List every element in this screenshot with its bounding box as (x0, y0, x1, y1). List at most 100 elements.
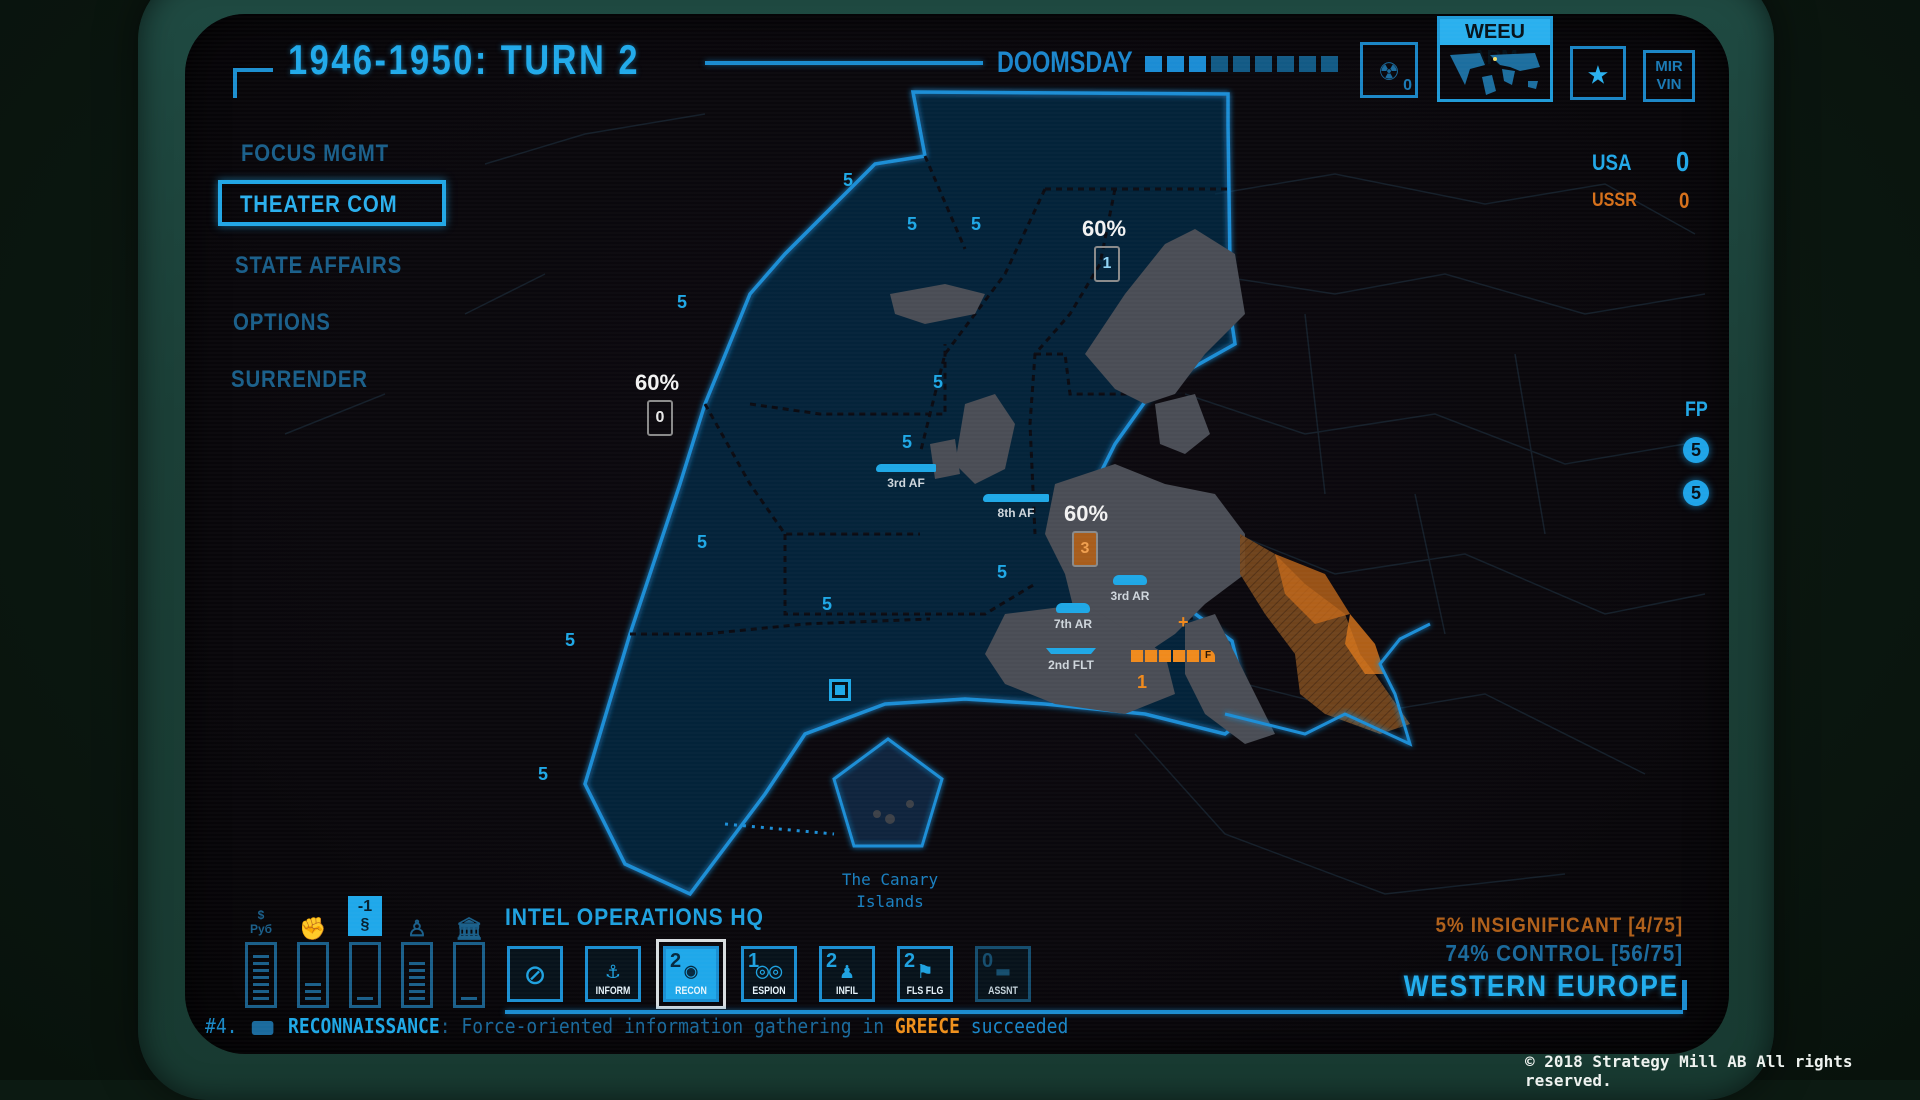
status-message: #4. RECONNAISSANCE: Force-oriented infor… (205, 1014, 1068, 1038)
intel-op-fls-flg-button[interactable]: ⚑ 2 FLS FLG (897, 946, 953, 1002)
region-name: WESTERN EUROPE (1403, 970, 1679, 1003)
unit-2nd-flt[interactable]: 2nd FLT (1041, 648, 1101, 672)
doomsday-segment (1145, 56, 1162, 72)
zone-value: 5 (971, 214, 982, 234)
intel-op-inform-button[interactable]: ⚓ INFORM (585, 946, 641, 1002)
resource-bar (245, 942, 277, 1008)
intel-percent: 60% (635, 370, 680, 395)
doomsday-segment (1321, 56, 1338, 72)
usa-region-status: 74% CONTROL [56/75] (1445, 940, 1683, 966)
intel-op-cancel-button[interactable]: ⊘ (507, 946, 563, 1002)
op-label: RECON (675, 985, 707, 997)
resource-bar (349, 942, 381, 1008)
airplane-icon (983, 494, 1049, 502)
op-label: FLS FLG (906, 985, 944, 997)
doomsday-segment (1255, 56, 1272, 72)
op-label: INFIL (836, 985, 858, 997)
page-title: 1946-1950: TURN 2 (288, 36, 640, 83)
unit-8th-af[interactable]: 8th AF (978, 494, 1054, 520)
status-result: succeeded (970, 1014, 1069, 1038)
usa-score: 0 (1676, 146, 1690, 177)
intel-op-infil-button[interactable]: ♟ 2 INFIL (819, 946, 875, 1002)
resource-bar-line (253, 997, 269, 1000)
mir-vin-button[interactable]: MIR VIN (1643, 50, 1695, 102)
menu-state-affairs[interactable]: STATE AFFAIRS (235, 252, 402, 280)
zone-value: 5 (997, 562, 1008, 582)
unit-label: 3rd AF (887, 476, 925, 490)
op-label: ASSNT (988, 985, 1018, 997)
menu-options[interactable]: OPTIONS (233, 309, 331, 337)
government-icon: 🏛 (455, 916, 483, 941)
resource-column[interactable]: ♙ (399, 882, 435, 1008)
doomsday-meter (1145, 56, 1338, 72)
airplane-icon (876, 464, 936, 472)
op-count: 0 (982, 950, 994, 972)
fp-token[interactable]: 5 (1683, 480, 1709, 506)
fp-token[interactable]: 5 (1683, 437, 1709, 463)
op-label: ESPION (752, 985, 786, 997)
vin-label: VIN (1656, 76, 1682, 93)
usa-label: USA (1592, 150, 1632, 175)
nuke-button[interactable]: ☢ 0 (1360, 42, 1418, 98)
resource-bar-line (253, 990, 269, 993)
zone-value: 5 (565, 630, 576, 650)
resource-bar-line (409, 983, 425, 986)
doomsday-segment (1167, 56, 1184, 72)
capital-marker[interactable] (829, 679, 851, 701)
radiation-icon: ☢ (1379, 52, 1399, 88)
menu-focus-mgmt[interactable]: FOCUS MGMT (241, 140, 389, 168)
resource-bar-line (253, 969, 269, 972)
resource-bar-line (305, 983, 321, 986)
zone-value: 5 (933, 372, 944, 392)
unit-label: 8th AF (997, 506, 1035, 520)
menu-surrender[interactable]: SURRENDER (231, 366, 368, 394)
zone-value: 5 (907, 214, 918, 234)
intel-ops-toolbar: ⊘ ⚓ INFORM ◉ 2 RECON ◎◎ 1 ESPION ♟ 2 INFIL ⚑ 2 FLS FLG… (507, 939, 1031, 1009)
menu-theater-com[interactable]: THEATER COM (218, 180, 446, 226)
intel-marker[interactable]: 60% 3 (1064, 501, 1108, 567)
resource-bar-line (253, 976, 269, 979)
cia-badge: 1 (1094, 246, 1120, 282)
influence-segment (1145, 650, 1157, 662)
status-action: RECONNAISSANCE (287, 1014, 440, 1038)
crt-screen: 5 5 5 5 5 5 5 5 5 5 5 60% 0 60% 1 60% 3 … (185, 14, 1729, 1054)
resource-column[interactable]: ✊ (295, 882, 331, 1008)
op-label: INFORM (595, 985, 631, 997)
unit-3rd-ar[interactable]: 3rd AR (1105, 575, 1155, 603)
intel-marker[interactable]: 60% 1 (1082, 216, 1126, 282)
resource-column[interactable]: $ Руб (243, 882, 279, 1008)
resource-change-badge: -1 § (348, 896, 382, 936)
resource-bar-line (409, 962, 425, 965)
fist-icon: ✊ (299, 916, 327, 941)
influence-segment (1159, 650, 1171, 662)
resource-column[interactable]: 🏛 (451, 882, 487, 1008)
unit-3rd-af[interactable]: 3rd AF (871, 464, 941, 490)
op-count: 2 (670, 950, 682, 972)
cancel-icon: ⊘ (524, 955, 546, 995)
doomsday-segment (1299, 56, 1316, 72)
op-count: 2 (904, 950, 916, 972)
resource-bar (297, 942, 329, 1008)
resource-bar-line (409, 969, 425, 972)
intel-op-recon-button[interactable]: ◉ 2 RECON (656, 939, 726, 1009)
ussr-score: 0 (1679, 188, 1690, 213)
resource-meters: $ Руб ✊ -1 § ♙ 🏛 (243, 882, 487, 1008)
region-select-button[interactable]: WEEU ARM (1437, 16, 1553, 102)
resource-bar-line (409, 990, 425, 993)
greece-influence-bar: F (1131, 650, 1215, 662)
star-button[interactable]: ★ (1570, 46, 1626, 100)
resource-column[interactable]: -1 § (347, 882, 383, 1008)
intel-op-assnt-button[interactable]: ▬ 0 ASSNT (975, 946, 1031, 1002)
intel-percent: 60% (1082, 216, 1127, 241)
anchor-icon: ⚓ (606, 959, 620, 984)
resource-bar-line (253, 962, 269, 965)
copyright: © 2018 Strategy Mill AB All rights reser… (1525, 1052, 1853, 1090)
resource-bar (453, 942, 485, 1008)
canary-islands-zone[interactable] (832, 737, 944, 848)
cia-badge: 0 (647, 400, 673, 436)
intel-marker[interactable]: 60% 0 (635, 370, 679, 436)
unit-label: 3rd AR (1110, 589, 1150, 603)
intel-op-espion-button[interactable]: ◎◎ 1 ESPION (741, 946, 797, 1002)
status-number: #4. (205, 1014, 238, 1038)
unit-7th-ar[interactable]: 7th AR (1048, 603, 1098, 631)
